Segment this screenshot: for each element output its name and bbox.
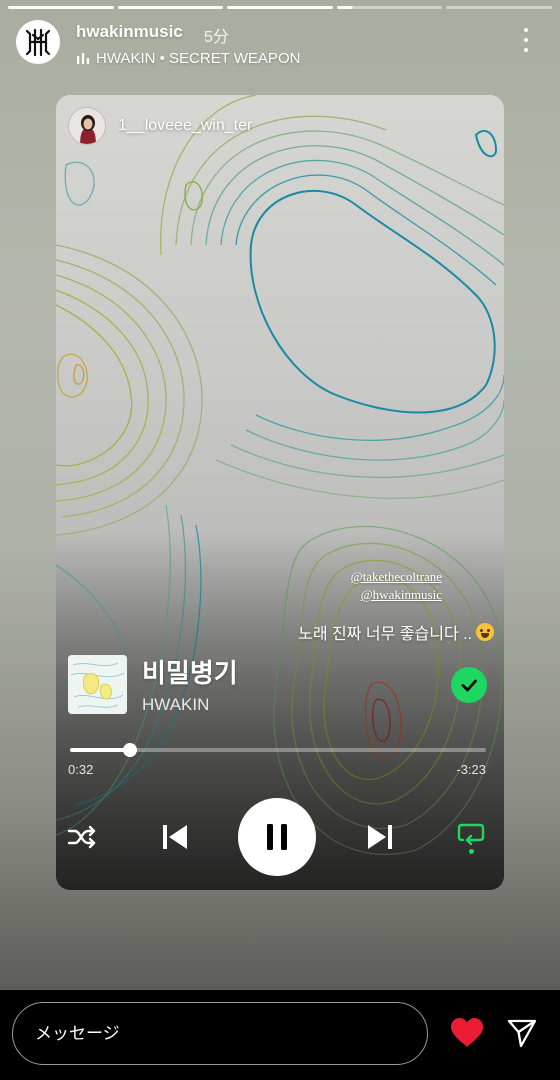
skip-previous-icon[interactable] — [156, 818, 194, 856]
message-input[interactable] — [12, 1002, 428, 1065]
heart-icon[interactable] — [450, 1017, 484, 1049]
post-time: 5分 — [204, 29, 229, 46]
reply-bar — [0, 990, 560, 1080]
music-label: HWAKIN • SECRET WEAPON — [96, 50, 301, 67]
story-progress-segment — [117, 6, 224, 9]
liked-check-icon[interactable] — [451, 667, 487, 703]
playback-controls — [56, 798, 504, 876]
story-progress-segment — [8, 6, 114, 9]
equalizer-icon — [77, 52, 89, 64]
mention-link[interactable]: @hwakinmusic — [361, 587, 442, 603]
story-progress-bars — [8, 6, 552, 9]
repeat-icon[interactable] — [454, 818, 488, 858]
remaining-time: -3:23 — [456, 762, 486, 777]
pause-icon[interactable] — [238, 798, 316, 876]
story-header: hwakinmusic 5分 HWAKIN • SECRET WEAPON — [16, 20, 548, 70]
skip-next-icon[interactable] — [361, 818, 399, 856]
album-art-image — [68, 655, 127, 714]
song-artist[interactable]: HWAKIN — [142, 695, 209, 715]
more-vertical-icon[interactable] — [522, 28, 530, 52]
shared-music-card[interactable]: 1__loveee_win_ter @takethecoltrane @hwak… — [56, 95, 504, 890]
story-caption: 노래 진짜 너무 좋습니다 .. — [298, 620, 494, 644]
song-title[interactable]: 비밀병기 — [142, 653, 238, 690]
caption-text: 노래 진짜 너무 좋습니다 .. — [298, 626, 472, 643]
seek-bar-thumb[interactable] — [123, 743, 138, 757]
send-icon[interactable] — [506, 1017, 538, 1049]
seek-bar[interactable] — [70, 743, 486, 757]
elapsed-time: 0:32 — [68, 762, 94, 777]
loudly-crying-face-emoji — [476, 623, 494, 641]
story-progress-segment — [227, 6, 333, 9]
music-attribution[interactable]: HWAKIN • SECRET WEAPON — [76, 50, 300, 67]
sharer-username[interactable]: 1__loveee_win_ter — [118, 117, 252, 135]
story-progress-segment — [446, 6, 552, 9]
shuffle-icon[interactable] — [66, 822, 98, 852]
sharer-row[interactable]: 1__loveee_win_ter — [68, 107, 252, 145]
author-username[interactable]: hwakinmusic — [76, 22, 183, 42]
seek-bar-progress — [70, 748, 131, 752]
album-art[interactable] — [68, 655, 127, 714]
hwakin-logo-icon — [25, 28, 51, 57]
mention-link[interactable]: @takethecoltrane — [351, 569, 442, 585]
repeat-active-indicator — [468, 849, 474, 854]
story-view[interactable]: hwakinmusic 5分 HWAKIN • SECRET WEAPON 1_… — [0, 0, 560, 990]
sharer-avatar[interactable] — [68, 107, 106, 145]
story-progress-segment-current — [336, 6, 443, 9]
person-avatar-icon — [69, 108, 105, 144]
author-avatar[interactable] — [16, 20, 60, 64]
